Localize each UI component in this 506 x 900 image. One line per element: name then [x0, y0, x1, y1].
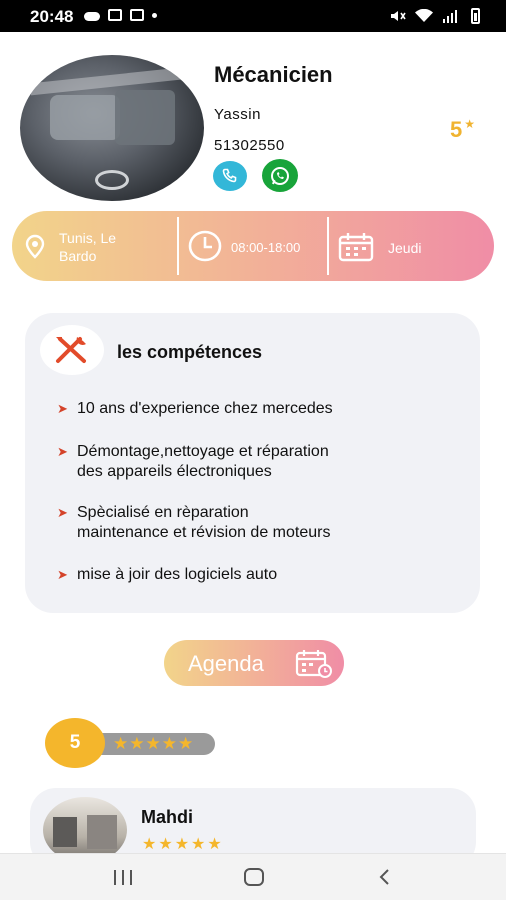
rating-summary-stars: ★★★★★ — [113, 734, 195, 753]
skill-item: ➤ Démontage,nettoyage et réparation des … — [57, 442, 329, 482]
recent-apps-button[interactable] — [114, 870, 132, 885]
skill-item: ➤ Spècialisé en rèparation maintenance e… — [57, 503, 330, 543]
review-author: Mahdi — [141, 807, 193, 827]
rating-summary-badge: 5 — [45, 718, 105, 768]
skill-text: Démontage,nettoyage et réparation des ap… — [77, 443, 329, 480]
profile-name: Yassin — [214, 106, 261, 123]
info-bar: Tunis, Le Bardo 08:00-18:00 Jeudi — [12, 211, 494, 281]
rating-score-value: 5 — [450, 117, 463, 142]
whatsapp-button[interactable] — [262, 159, 298, 192]
calendar-clock-icon — [295, 650, 332, 678]
rating-summary-value: 5 — [69, 732, 81, 753]
back-button[interactable] — [378, 868, 390, 886]
location-pin-icon — [25, 234, 45, 259]
status-system-icons — [390, 8, 480, 24]
arrow-right-icon: ➤ — [57, 505, 68, 520]
signal-icon — [443, 10, 457, 23]
mute-icon — [391, 11, 406, 21]
skill-text: mise à joir des logiciels auto — [77, 566, 278, 583]
info-location: Tunis, Le Bardo — [59, 230, 117, 264]
arrow-right-icon: ➤ — [57, 567, 68, 582]
home-button[interactable] — [244, 868, 264, 886]
skill-text: Spècialisé en rèparation maintenance et … — [77, 504, 331, 541]
star-icon: ★ — [464, 117, 476, 131]
skill-item: ➤ 10 ans d'experience chez mercedes — [57, 399, 333, 419]
profile-photo — [20, 55, 204, 201]
skill-item: ➤ mise à joir des logiciels auto — [57, 565, 277, 585]
image-icon — [108, 9, 122, 21]
status-notification-icons — [84, 9, 157, 21]
system-nav-bar — [0, 853, 506, 900]
skill-text: 10 ans d'experience chez mercedes — [77, 400, 333, 417]
info-hours: 08:00-18:00 — [231, 240, 301, 255]
whatsapp-icon — [271, 166, 289, 185]
skills-title: les compétences — [117, 342, 263, 362]
agenda-button[interactable]: Agenda — [164, 640, 344, 686]
status-bar: 20:48 — [0, 0, 506, 32]
skills-icon-container — [40, 325, 104, 375]
info-divider — [327, 217, 329, 275]
call-button[interactable] — [213, 161, 247, 191]
status-time: 20:48 — [30, 7, 74, 26]
review-stars: ★★★★★ — [142, 836, 224, 853]
tools-icon — [56, 337, 86, 363]
info-day: Jeudi — [388, 240, 422, 256]
agenda-label: Agenda — [188, 651, 264, 676]
arrow-right-icon: ➤ — [57, 444, 68, 459]
clock-icon — [188, 230, 222, 262]
dot-icon — [152, 12, 157, 18]
phone-icon — [222, 168, 237, 183]
info-divider — [177, 217, 179, 275]
calendar-icon — [338, 233, 374, 262]
rating-score: 5 ★ — [450, 117, 475, 143]
profile-title: Mécanicien — [214, 62, 333, 87]
profile-phone: 51302550 — [214, 137, 285, 154]
grid-icon — [130, 9, 144, 21]
arrow-right-icon: ➤ — [57, 401, 68, 416]
battery-icon — [471, 8, 480, 24]
cloud-icon — [84, 12, 100, 21]
wifi-icon — [415, 9, 433, 22]
skills-card: les compétences ➤ 10 ans d'experience ch… — [25, 313, 480, 613]
